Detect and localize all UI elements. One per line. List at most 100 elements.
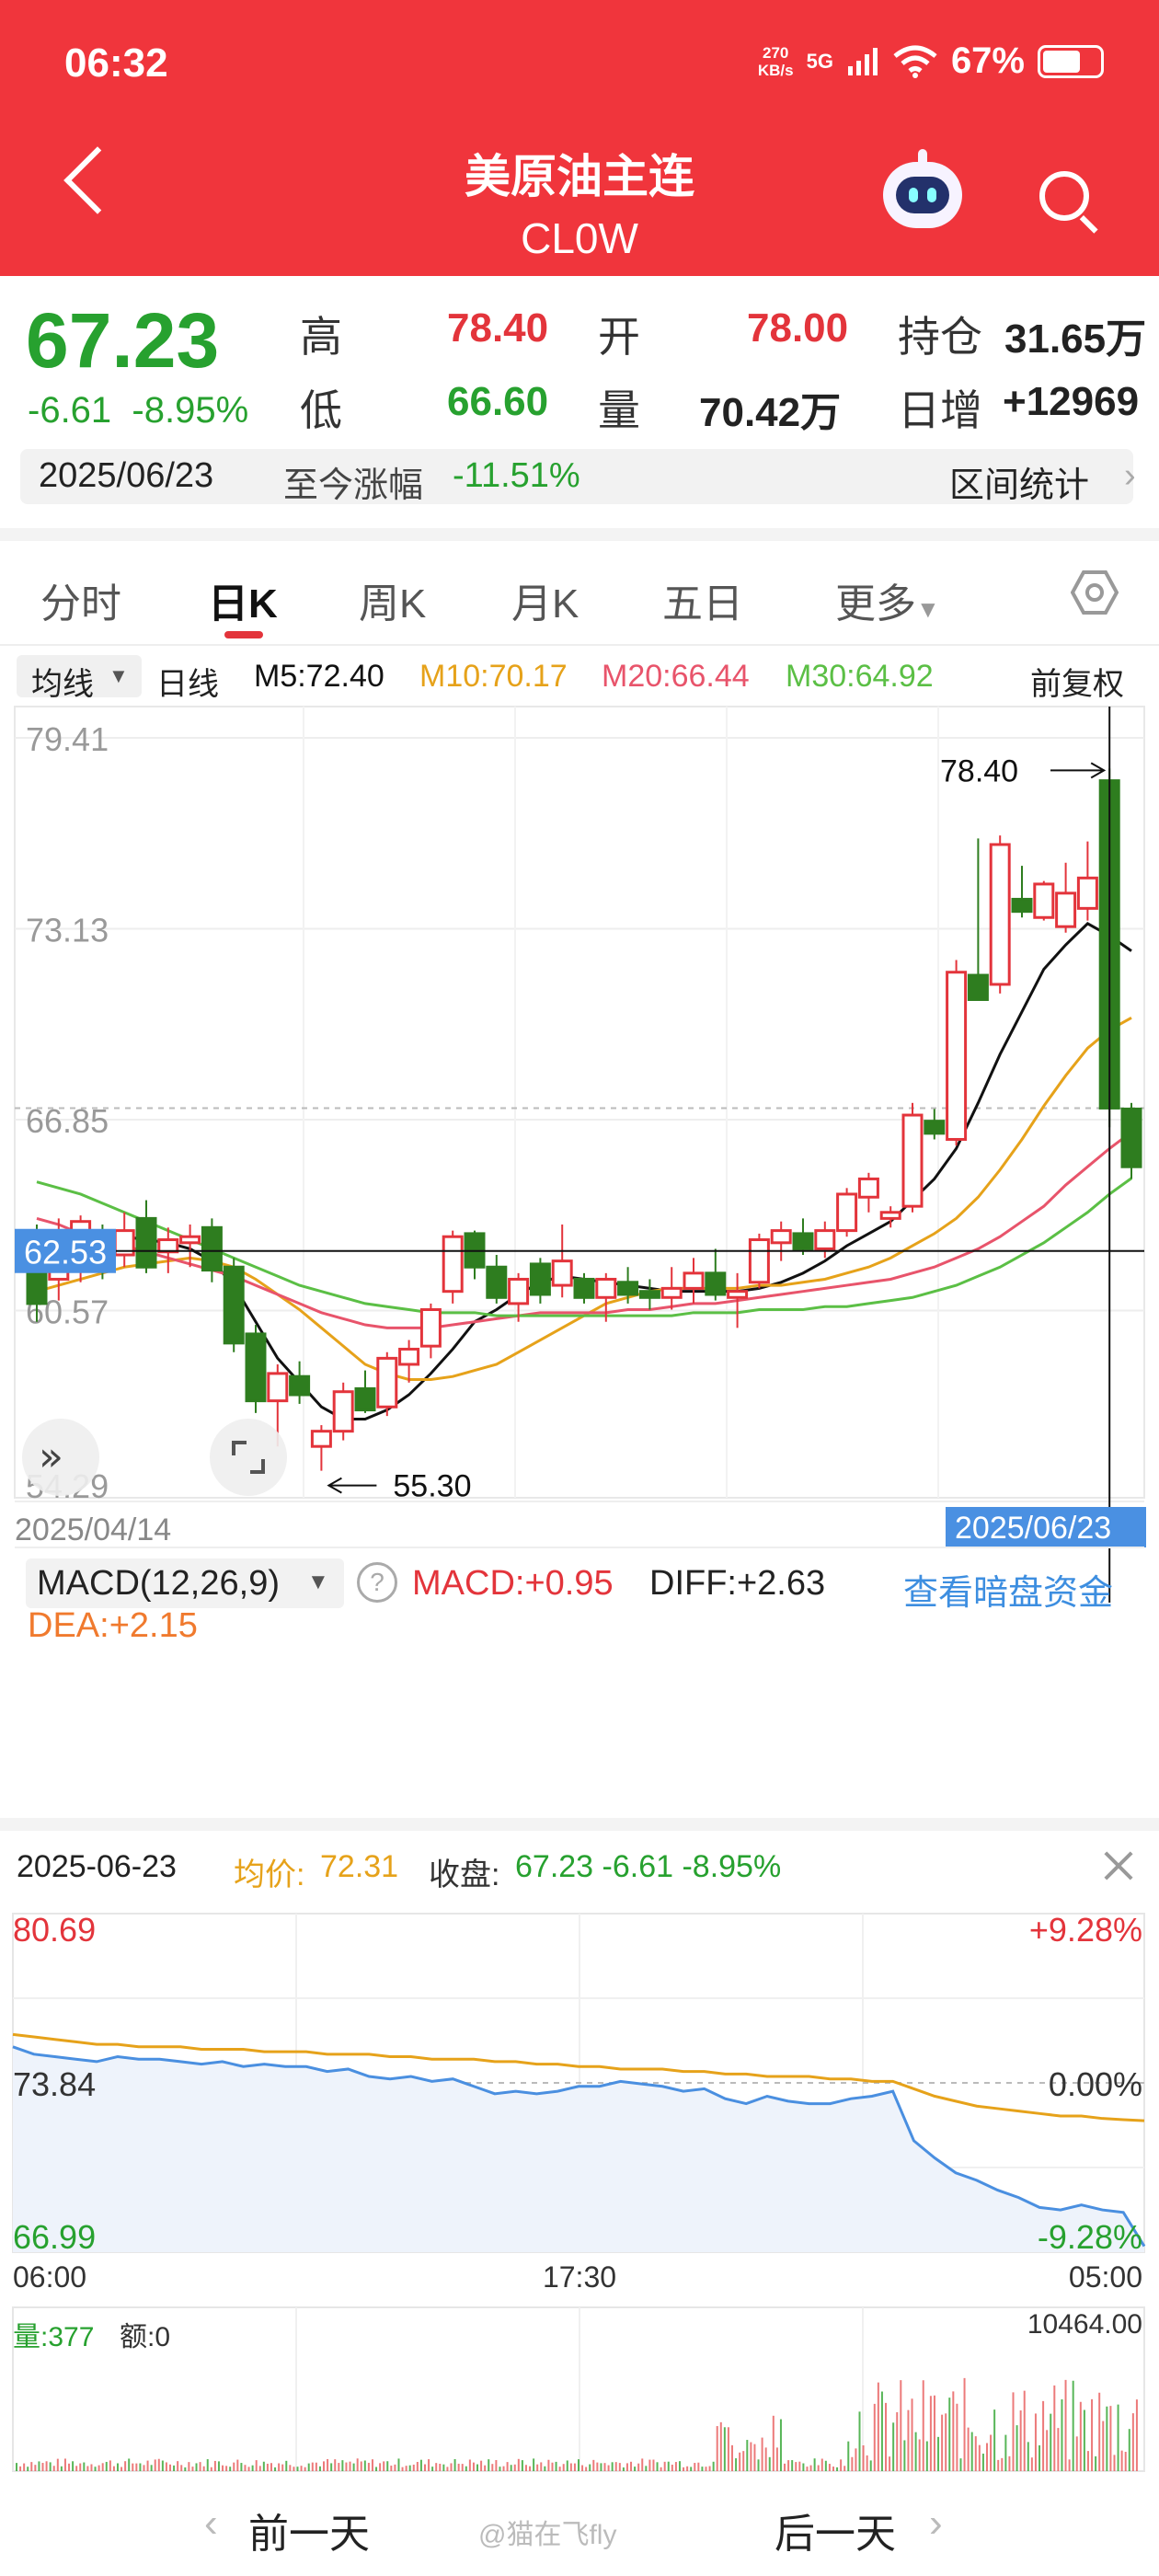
candle: [486, 1265, 508, 1299]
bottom-nav: ‹ 前一天 @猫在飞fly 后一天 ›: [0, 2484, 1159, 2576]
macd-value: MACD:+0.95: [412, 1564, 614, 1603]
open-label: 开: [598, 313, 640, 361]
tab-weekly-k[interactable]: 周K: [359, 570, 426, 629]
app-header: 06:32 270 KB/s 5G 67% 美原油主连 CL0W: [0, 0, 1159, 276]
volume-value: 70.42万: [699, 390, 842, 435]
x-end-label: 2025/06/23: [955, 1511, 1111, 1546]
close-icon[interactable]: [1100, 1847, 1137, 1884]
settings-icon[interactable]: [1071, 569, 1119, 616]
range-stat-label: 区间统计: [949, 466, 1090, 505]
ai-assistant-robot-icon[interactable]: [883, 149, 962, 228]
open-interest-label: 持仓: [898, 313, 982, 361]
divider: [0, 528, 1159, 541]
candle: [683, 1271, 705, 1290]
candle: [727, 1290, 749, 1299]
tab-daily-k[interactable]: 日K: [208, 570, 278, 629]
tab-five-day[interactable]: 五日: [662, 570, 743, 629]
ma-selector[interactable]: 均线 ▼: [17, 655, 142, 702]
candlestick-chart[interactable]: 79.4173.1366.8560.5754.29 62.5378.4055.3…: [0, 701, 1159, 1603]
candle: [638, 1290, 660, 1299]
candle: [814, 1229, 836, 1250]
macd-header: MACD(12,26,9) ▼ ? MACD:+0.95 DIFF:+2.63 …: [0, 1553, 1159, 1645]
candle: [901, 1113, 924, 1208]
divider: [0, 644, 1159, 646]
dea-value: DEA:+2.15: [28, 1606, 198, 1645]
x-tick-label: 06:00: [13, 2260, 86, 2294]
avg-price-value: 72.31: [320, 1849, 399, 1884]
active-tab-indicator: [224, 631, 263, 638]
min-price-label: 55.30: [393, 1469, 471, 1504]
ma-line-m5: [36, 922, 1132, 1420]
candle: [924, 1120, 946, 1135]
chart-overlay: 62.53 78.40 55.30 » 2025/04/14 2025/06/23: [15, 707, 1146, 1603]
candle: [267, 1372, 289, 1403]
range-stat-row[interactable]: 2025/06/23 至今涨幅 -11.51% 区间统计 ›: [20, 449, 1136, 505]
candle: [946, 971, 968, 1141]
battery-icon: [1038, 44, 1104, 78]
dropdown-arrow-icon: ▼: [109, 664, 129, 687]
intraday-chart[interactable]: 80.69 73.84 66.99 +9.28% 0.00% -9.28% 06:00 17:…: [0, 1895, 1159, 2484]
candle: [419, 1308, 442, 1348]
candle: [967, 973, 989, 1001]
y-left-min: 66.99: [13, 2218, 96, 2256]
tab-monthly-k[interactable]: 月K: [511, 570, 579, 629]
chart-grid: 79.4173.1366.8560.5754.29: [14, 706, 1145, 1505]
tab-intraday[interactable]: 分时: [40, 570, 121, 629]
max-price-label: 78.40: [940, 753, 1018, 788]
search-icon[interactable]: [1039, 171, 1089, 221]
since-label: 至今涨幅: [283, 466, 424, 505]
dark-pool-link[interactable]: 查看暗盘资金: [903, 1564, 1113, 1615]
y-right-max: +9.28%: [1029, 1911, 1142, 1949]
candle: [310, 1430, 332, 1448]
intraday-lines: [12, 2032, 1146, 2252]
avg-price-label: 均价:: [234, 1857, 305, 1892]
period-tabs: 分时 日K 周K 月K 五日 更多▼: [0, 552, 1159, 635]
tab-more[interactable]: 更多▼: [835, 570, 940, 629]
status-time: 06:32: [64, 40, 168, 86]
network-speed: 270 KB/s: [757, 43, 794, 79]
network-type: 5G: [806, 49, 833, 73]
candle: [989, 843, 1011, 986]
page-title: 美原油主连: [465, 151, 694, 202]
prev-day-button[interactable]: 前一天: [248, 2501, 370, 2559]
ma5-value: M5:72.40: [254, 659, 384, 694]
low-label: 低: [300, 386, 342, 434]
ma20-value: M20:66.44: [602, 659, 750, 694]
dropdown-arrow-icon: ▼: [307, 1570, 329, 1594]
open-value: 78.00: [747, 305, 849, 351]
candle: [857, 1177, 879, 1199]
wifi-icon: [893, 45, 937, 78]
x-tick-label: 05:00: [1069, 2260, 1142, 2294]
daily-increase-label: 日增: [898, 386, 982, 434]
candle: [1055, 891, 1077, 928]
candle: [617, 1281, 639, 1296]
ma10-value: M10:70.17: [419, 659, 568, 694]
fullscreen-button: [210, 1419, 287, 1496]
chart-frame: [14, 706, 1145, 1499]
candle: [770, 1229, 792, 1245]
candle: [332, 1390, 354, 1433]
candle: [1033, 882, 1055, 919]
y-right-mid: 0.00%: [1049, 2065, 1142, 2103]
adjust-mode[interactable]: 前复权: [1030, 659, 1124, 704]
double-chevron-right-icon: »: [39, 1433, 63, 1480]
candle: [1120, 1107, 1142, 1168]
ma30-value: M30:64.92: [786, 659, 934, 694]
ma-line-m10: [36, 1016, 1132, 1382]
volume-label: 量: [598, 386, 640, 434]
candle: [792, 1232, 814, 1250]
diff-value: DIFF:+2.63: [649, 1564, 826, 1603]
chevron-left-icon: ‹: [204, 2501, 218, 2546]
chevron-right-icon: ›: [929, 2501, 943, 2546]
volume-label: 量:377: [13, 2322, 94, 2352]
candle: [705, 1271, 727, 1296]
ma-period: 日线: [156, 667, 219, 702]
help-icon[interactable]: ?: [357, 1562, 397, 1603]
candle: [179, 1235, 201, 1245]
instrument-code: CL0W: [521, 214, 638, 262]
y-left-mid: 73.84: [13, 2065, 96, 2103]
dropdown-arrow-icon: ▼: [916, 595, 940, 623]
y-left-max: 80.69: [13, 1911, 96, 1949]
volume-max-label: 10464.00: [1027, 2309, 1142, 2340]
next-day-button[interactable]: 后一天: [775, 2501, 896, 2559]
